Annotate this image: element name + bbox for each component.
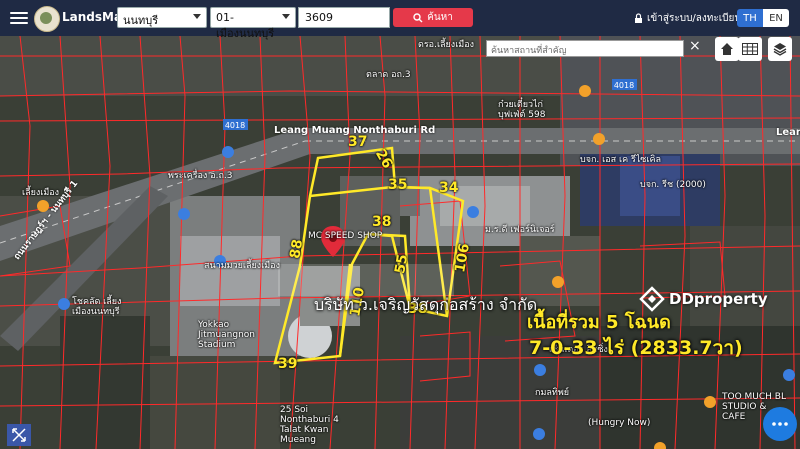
district-value: 01-เมืองนนทบุรี (216, 11, 275, 40)
company-name-overlay: บริษัท ว.เจริญวัสดุก่อสร้าง จำกัด (314, 295, 538, 314)
expand-icon (12, 428, 26, 442)
parcel-number-37[interactable]: 37 (348, 134, 367, 150)
label-market-thai: กมลทิพย์ (535, 388, 570, 398)
route-shield-4018a: 4018 (225, 121, 245, 130)
chevron-down-icon (282, 14, 290, 19)
route-shield-4018b: 4018 (614, 81, 634, 90)
ddproperty-logo-icon (639, 286, 665, 312)
label-mueang: เลี้ยงเมือง (22, 188, 60, 198)
label-soi: 25 Soi Nonthaburi 4 Talat Kwan Mueang (280, 405, 339, 445)
grid-button[interactable] (738, 37, 762, 61)
parcel-number-34[interactable]: 34 (439, 180, 458, 196)
search-button-label: ค้นหา (427, 12, 453, 23)
home-icon (721, 43, 733, 55)
grid-icon (742, 43, 758, 55)
map-canvas[interactable]: 4018 4018 Leang Muang Nonthaburi Rd Lean… (0, 36, 800, 449)
parcel-number-38a[interactable]: 38 (372, 214, 391, 230)
search-icon (413, 12, 423, 22)
chevron-down-icon (193, 14, 201, 19)
label-company-sc: บจก. เอส เค รีไซเคิล (580, 155, 662, 165)
search-button[interactable]: ค้นหา (393, 8, 473, 27)
fullscreen-button[interactable] (7, 424, 31, 446)
label-store-left: โชคลัด เลี้ยงเมืองนนทบุรี (72, 297, 122, 317)
label-speed-shop: MC SPEED SHOP (308, 231, 383, 241)
province-select[interactable]: นนทบุรี (117, 7, 207, 28)
layers-icon (773, 43, 787, 56)
label-market: ตลาด อถ.3 (366, 70, 411, 80)
menu-icon[interactable] (10, 9, 28, 27)
login-label: เข้าสู่ระบบ/ลงทะเบียน (647, 13, 742, 24)
top-bar: LandsMaps นนทบุรี 01-เมืองนนทบุรี 3609 ค… (0, 0, 800, 40)
area-summary-line2: 7-0-33 ไร่ (2833.7วา) (529, 337, 743, 359)
label-hungry-now: (Hungry Now) (588, 418, 651, 428)
lang-en-button[interactable]: EN (763, 9, 789, 27)
parcel-number-input[interactable]: 3609 (298, 7, 390, 28)
parcel-number-55[interactable]: 55 (392, 253, 411, 275)
label-stadium: Yokkao Jitmuangnon Stadium (198, 320, 256, 350)
home-button[interactable] (715, 37, 739, 61)
label-school: ดรอ.เลี้ยงเมือง (418, 40, 475, 50)
login-link[interactable]: เข้าสู่ระบบ/ลงทะเบียน (634, 11, 741, 26)
layers-button[interactable] (768, 37, 792, 61)
lock-icon (635, 13, 642, 23)
label-shop-598: ก๋วยเตี๋ยวไก่ บุฟเฟ่ต์ 598 (498, 100, 546, 120)
ddproperty-watermark: DDproperty (639, 286, 768, 312)
parcel-number-88[interactable]: 88 (287, 238, 306, 260)
ddproperty-text: DDproperty (669, 290, 768, 308)
parcel-number-39[interactable]: 39 (278, 356, 297, 372)
parcel-number-35[interactable]: 35 (388, 177, 407, 193)
close-icon[interactable]: × (689, 38, 701, 54)
district-select[interactable]: 01-เมืองนนทบุรี (210, 7, 296, 40)
road-label-main-right: Leang (776, 127, 800, 138)
province-value: นนทบุรี (123, 14, 159, 27)
label-company-2000: บจก. รีช (2000) (640, 180, 706, 190)
chat-button[interactable] (763, 407, 797, 441)
lang-th-button[interactable]: TH (737, 9, 763, 27)
more-dots-icon (772, 422, 788, 426)
label-ms-furniture: ม.ร.ดี เฟอร์นิเจอร์ (485, 225, 555, 235)
place-search-input[interactable]: ค้นหาสถานที่สำคัญ (486, 40, 684, 57)
label-wat: พระเครื่อง อ.ถ.3 (168, 171, 233, 181)
label-bus-stop: สนามมวยเลี้ยงเมือง (204, 261, 280, 271)
landsmaps-logo[interactable] (34, 6, 60, 32)
satellite-map: 4018 4018 (0, 36, 800, 449)
